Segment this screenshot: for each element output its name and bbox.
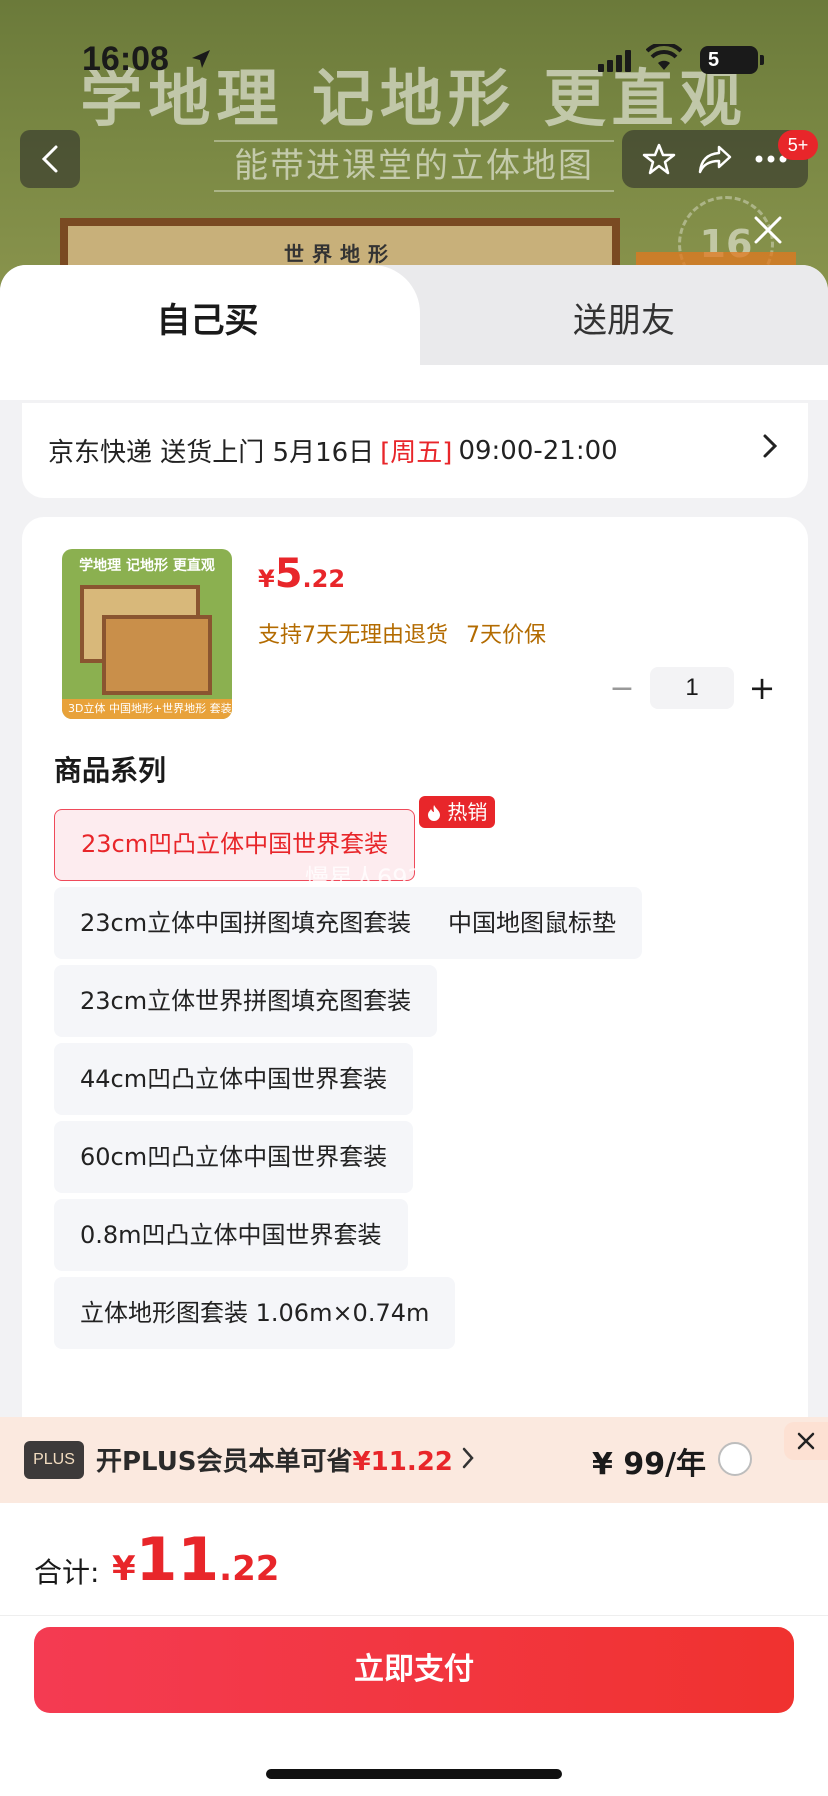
close-icon — [797, 1432, 815, 1450]
series-option[interactable]: 23cm立体中国拼图填充图套装 — [54, 887, 438, 959]
pay-now-button[interactable]: 立即支付 — [34, 1627, 794, 1713]
battery-tip — [760, 55, 764, 65]
series-option[interactable]: 中国地图鼠标垫 — [422, 887, 642, 959]
series-option[interactable]: 0.8m凹凸立体中国世界套装 — [54, 1199, 408, 1271]
tab-gift-label: 送朋友 — [573, 301, 675, 341]
flame-icon — [428, 805, 440, 821]
delivery-weekday: [周五] — [380, 438, 453, 468]
option-label: 23cm立体世界拼图填充图套装 — [80, 987, 412, 1015]
series-option-selected[interactable]: 23cm凹凸立体中国世界套装 热销 慢星人6921364EW — [54, 796, 523, 892]
signal-icon — [598, 50, 631, 72]
star-icon[interactable] — [642, 142, 676, 176]
battery-icon: 5 — [700, 46, 758, 74]
series-option[interactable]: 60cm凹凸立体中国世界套装 — [54, 1121, 414, 1193]
plus-save-amount: ¥11.22 — [352, 1447, 453, 1477]
thumbnail-map-china — [102, 615, 212, 695]
policy-return: 支持7天无理由退货 — [258, 623, 448, 648]
option-label: 60cm凹凸立体中国世界套装 — [80, 1143, 388, 1171]
checkout-bar: 合计: ¥11.22 立即支付 — [0, 1503, 828, 1796]
option-label: 44cm凹凸立体中国世界套装 — [80, 1065, 388, 1093]
plus-membership-bar[interactable]: PLUS 开PLUS会员本单可省¥11.22 ¥ 99/年 — [0, 1417, 828, 1503]
option-label: 中国地图鼠标垫 — [448, 909, 616, 937]
price-decimal: .22 — [302, 565, 346, 593]
hot-badge: 热销 — [419, 796, 496, 828]
product-policies: 支持7天无理由退货 7天价保 — [258, 617, 546, 649]
policy-price-protect: 7天价保 — [466, 623, 546, 648]
total-symbol: ¥ — [112, 1549, 136, 1589]
option-label: 立体地形图套装 1.06m×0.74m — [80, 1299, 430, 1327]
divider — [0, 1615, 828, 1616]
product-thumbnail[interactable]: 学地理 记地形 更直观 3D立体 中国地形+世界地形 套装 — [62, 549, 232, 719]
plus-select-radio[interactable] — [718, 1442, 752, 1476]
price-symbol: ¥ — [258, 565, 275, 593]
home-indicator — [266, 1769, 562, 1779]
chevron-left-icon — [41, 145, 58, 173]
purchase-tabs: 送朋友 自己买 — [0, 265, 828, 400]
hot-label: 热销 — [447, 800, 488, 824]
location-arrow-icon — [192, 50, 210, 68]
series-option[interactable]: 立体地形图套装 1.06m×0.74m — [54, 1277, 456, 1349]
message-count-badge: 5+ — [778, 130, 818, 160]
option-label: 0.8m凹凸立体中国世界套装 — [80, 1221, 382, 1249]
tab-self[interactable]: 自己买 — [0, 265, 420, 400]
quantity-stepper: − 1 + — [602, 667, 782, 709]
quantity-increase-button[interactable]: + — [742, 669, 782, 707]
close-icon[interactable] — [750, 212, 786, 248]
chevron-right-icon — [462, 1447, 474, 1469]
plus-close-button[interactable] — [784, 1422, 828, 1460]
total-integer: 11 — [135, 1525, 220, 1595]
plus-promo-text: 开PLUS会员本单可省¥11.22 — [96, 1441, 453, 1478]
chevron-right-icon — [763, 434, 778, 458]
thumbnail-tag: 3D立体 中国地形+世界地形 套装 — [62, 699, 232, 719]
delivery-time: 09:00-21:00 — [458, 435, 618, 466]
option-label: 23cm立体中国拼图填充图套装 — [80, 909, 412, 937]
status-bar: 16:08 5 — [0, 0, 828, 120]
delivery-text: 京东快递 送货上门 5月16日 — [48, 438, 375, 468]
series-option[interactable]: 44cm凹凸立体中国世界套装 — [54, 1043, 414, 1115]
quantity-decrease-button[interactable]: − — [602, 671, 642, 706]
thumbnail-title: 学地理 记地形 更直观 — [79, 558, 215, 574]
series-title: 商品系列 — [54, 754, 167, 787]
price-integer: 5 — [274, 551, 303, 597]
tab-self-label: 自己买 — [156, 301, 259, 341]
total-decimal: .22 — [219, 1549, 280, 1589]
status-time: 16:08 — [82, 40, 169, 78]
delivery-row[interactable]: 京东快递 送货上门 5月16日 [周五] 09:00-21:00 — [22, 403, 808, 498]
banner-subline: 能带进课堂的立体地图 — [214, 140, 614, 192]
plus-promo-label: 开PLUS会员本单可省 — [96, 1447, 353, 1477]
plus-annual-price: ¥ 99/年 — [592, 1447, 707, 1482]
quantity-input[interactable]: 1 — [650, 667, 734, 709]
wifi-icon — [646, 44, 682, 70]
series-option[interactable]: 23cm立体世界拼图填充图套装 — [54, 965, 438, 1037]
total-label: 合计: — [34, 1556, 100, 1589]
product-price: ¥5.22 — [258, 551, 345, 597]
total-price: ¥11.22 — [112, 1525, 279, 1595]
share-icon[interactable] — [697, 143, 733, 175]
back-button[interactable] — [20, 130, 80, 188]
plus-logo: PLUS — [24, 1441, 84, 1479]
banner-frame-title: 世界地形 — [284, 242, 396, 266]
